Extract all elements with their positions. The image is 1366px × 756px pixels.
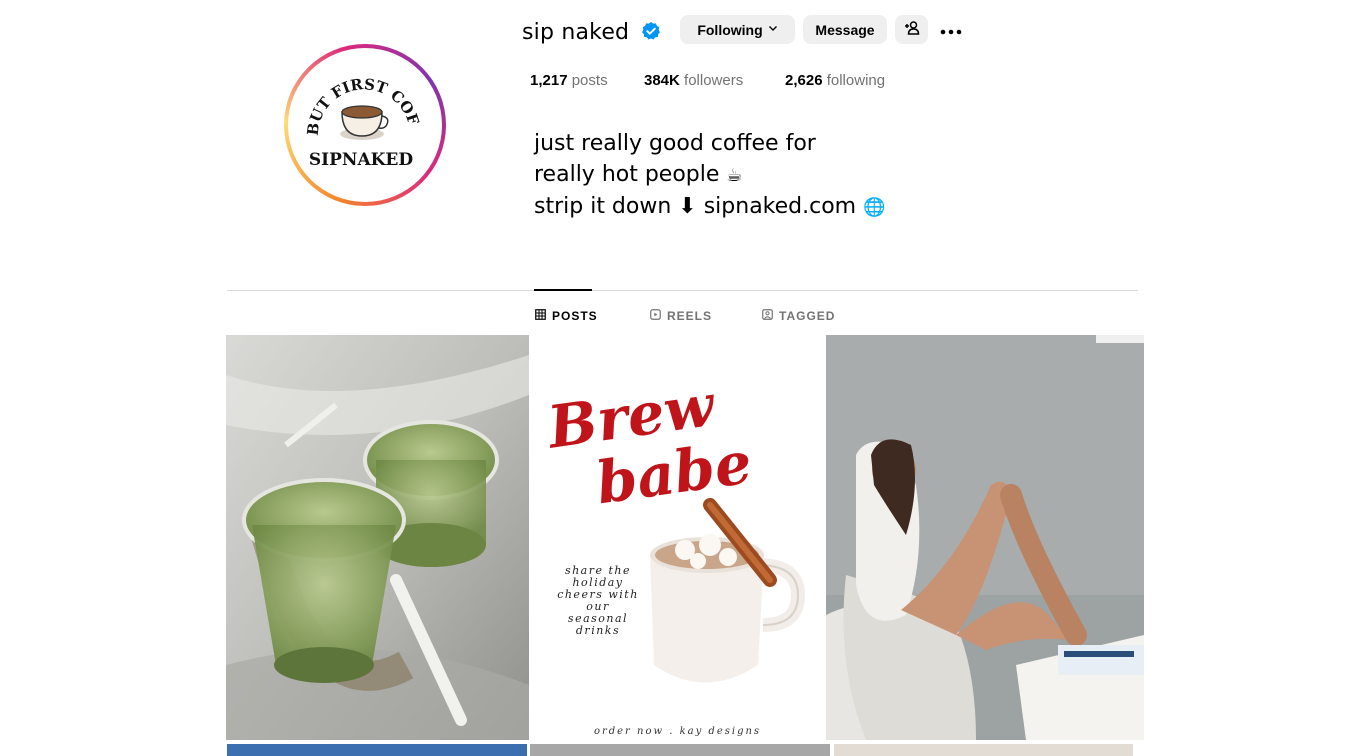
posts-count: 1,217	[530, 72, 568, 89]
post-tile-5[interactable]	[530, 744, 830, 756]
stat-posts: 1,217 posts	[530, 72, 608, 89]
reels-icon	[650, 309, 661, 323]
stat-following[interactable]: 2,626 following	[785, 72, 885, 89]
more-options-button[interactable]	[938, 17, 964, 41]
profile-avatar[interactable]: BUT FIRST COFFEE SIPNAKED	[284, 44, 446, 206]
post-tile-6[interactable]	[834, 744, 1133, 756]
post-tile-3[interactable]	[826, 335, 1144, 740]
tagged-icon	[762, 309, 773, 323]
post-tile-1[interactable]	[226, 335, 529, 740]
more-horizontal-icon	[940, 19, 962, 40]
bio-line-2: really hot people ☕	[534, 159, 886, 191]
post-tile-2[interactable]: Brew babe share the holiday cheers with …	[530, 335, 825, 740]
chevron-down-icon	[768, 23, 778, 36]
followers-label: followers	[684, 72, 744, 89]
tab-reels-label: REELS	[667, 309, 713, 323]
globe-icon: 🌐	[863, 197, 886, 218]
bio-line-2-text: really hot people	[534, 162, 720, 187]
profile-username: sip naked	[522, 20, 630, 45]
post-tile-4[interactable]	[227, 744, 527, 756]
post-2-caption: share the holiday cheers with our season…	[557, 564, 639, 637]
grid-icon	[535, 309, 546, 323]
bio-line-3-text[interactable]: strip it down ⬇ sipnaked.com	[534, 194, 856, 219]
message-button-label: Message	[815, 21, 875, 38]
posts-label: posts	[571, 72, 608, 89]
message-button[interactable]: Message	[803, 15, 887, 44]
tab-posts[interactable]: POSTS	[535, 309, 598, 323]
following-button[interactable]: Following	[680, 15, 795, 44]
hot-chocolate-mug-image	[650, 498, 806, 683]
coffee-cup-icon: ☕	[726, 165, 743, 186]
tab-tagged-label: TAGGED	[779, 309, 836, 323]
tab-posts-label: POSTS	[552, 309, 598, 323]
tabs-divider	[227, 290, 1138, 291]
bio-line-3: strip it down ⬇ sipnaked.com 🌐	[534, 191, 886, 223]
following-button-label: Following	[697, 21, 763, 38]
followers-count: 384K	[644, 72, 680, 89]
stat-followers[interactable]: 384K followers	[644, 72, 743, 89]
active-tab-indicator	[534, 289, 592, 291]
avatar-text-bottom: SIPNAKED	[309, 150, 413, 170]
following-label: following	[826, 72, 886, 89]
person-plus-icon	[904, 20, 920, 39]
tab-tagged[interactable]: TAGGED	[762, 309, 835, 323]
verified-badge-icon	[641, 21, 661, 41]
suggested-users-button[interactable]	[895, 15, 928, 44]
post-2-footer: order now . kay designs	[593, 726, 762, 737]
post-3-image	[826, 335, 1144, 740]
profile-bio: just really good coffee for really hot p…	[534, 128, 886, 223]
following-count: 2,626	[785, 72, 823, 89]
post-1-image	[226, 335, 529, 740]
tab-reels[interactable]: REELS	[650, 309, 712, 323]
bio-line-1: just really good coffee for	[534, 131, 816, 156]
